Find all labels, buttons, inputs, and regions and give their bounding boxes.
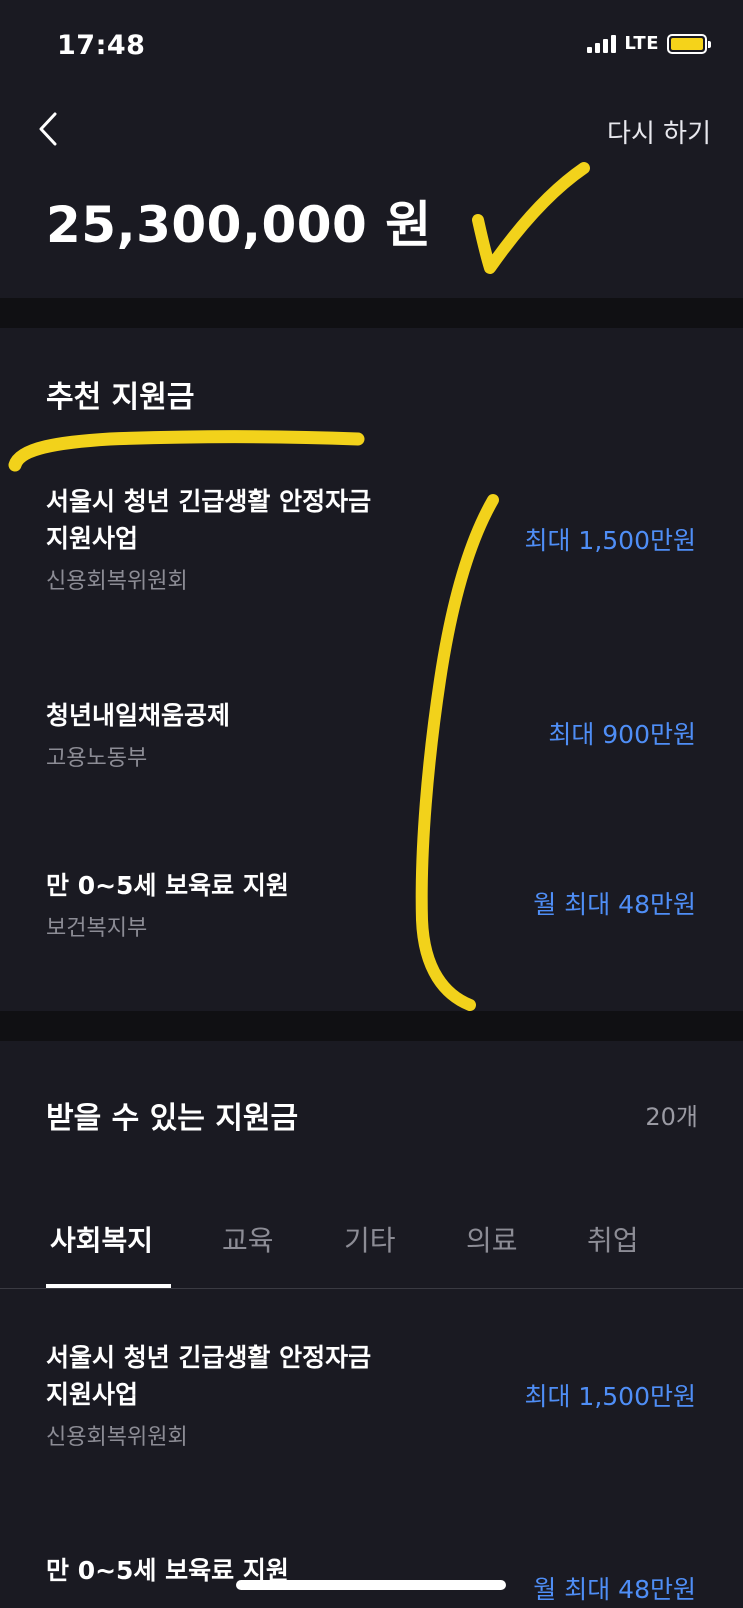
- recommended-item[interactable]: 서울시 청년 긴급생활 안정자금 지원사업 신용회복위원회 최대 1,500만원: [46, 483, 696, 595]
- status-time: 17:48: [57, 30, 146, 61]
- item-title: 서울시 청년 긴급생활 안정자금: [46, 1343, 372, 1372]
- tab-education[interactable]: 교육: [222, 1219, 274, 1259]
- tab-other[interactable]: 기타: [344, 1219, 396, 1259]
- network-type: LTE: [624, 33, 659, 54]
- recommended-item[interactable]: 만 0~5세 보육료 지원 보건복지부 월 최대 48만원: [46, 867, 696, 942]
- summary-section: 17:48 LTE 다시 하기 25,300,000 원: [0, 0, 743, 298]
- item-amount: 월 최대 48만원: [533, 890, 696, 919]
- available-section: 받을 수 있는 지원금 20개: [0, 1041, 743, 1608]
- category-tabs: 사회복지 교육 기타 의료 취업: [0, 1181, 743, 1289]
- available-count: 20개: [645, 1103, 698, 1131]
- retry-button[interactable]: 다시 하기: [607, 113, 711, 150]
- item-amount: 최대 1,500만원: [524, 1382, 696, 1411]
- signal-icon: [587, 34, 617, 53]
- item-amount: 최대 1,500만원: [524, 526, 696, 555]
- item-org: 신용회복위원회: [46, 1425, 188, 1450]
- item-amount: 월 최대 48만원: [533, 1575, 696, 1604]
- tab-employment[interactable]: 취업: [587, 1219, 639, 1259]
- available-title: 받을 수 있는 지원금: [46, 1101, 299, 1136]
- chevron-left-icon: [39, 112, 57, 146]
- battery-icon: [667, 33, 711, 54]
- item-amount: 최대 900만원: [548, 720, 696, 749]
- recommended-item[interactable]: 청년내일채움공제 고용노동부 최대 900만원: [46, 697, 696, 772]
- item-title: 서울시 청년 긴급생활 안정자금: [46, 487, 372, 516]
- total-amount: 25,300,000 원: [46, 196, 432, 254]
- item-org: 신용회복위원회: [46, 569, 188, 594]
- back-button[interactable]: [30, 105, 66, 153]
- tab-social-welfare[interactable]: 사회복지: [50, 1219, 153, 1259]
- active-tab-indicator: [46, 1284, 171, 1288]
- home-indicator: [236, 1580, 506, 1590]
- available-item[interactable]: 서울시 청년 긴급생활 안정자금 지원사업 신용회복위원회 최대 1,500만원: [46, 1339, 696, 1451]
- recommended-title: 추천 지원금: [46, 380, 195, 415]
- status-indicators: LTE: [587, 33, 711, 54]
- tab-medical[interactable]: 의료: [466, 1219, 518, 1259]
- recommended-section: 추천 지원금 서울시 청년 긴급생활 안정자금 지원사업 신용회복위원회 최대 …: [0, 328, 743, 1011]
